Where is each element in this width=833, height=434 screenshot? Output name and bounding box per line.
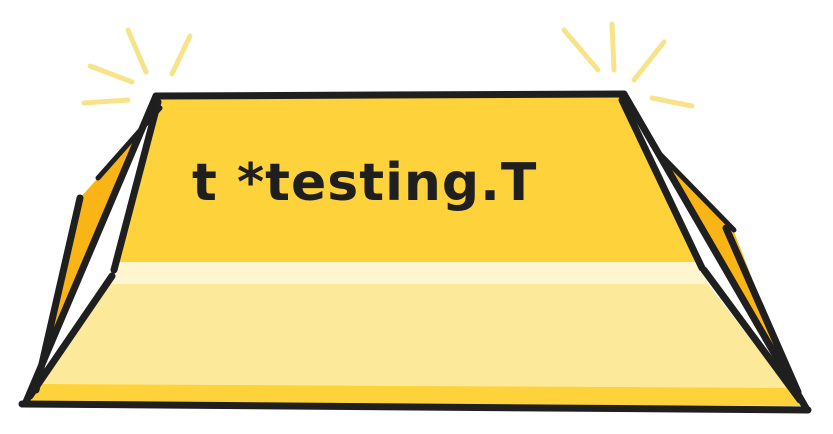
shine-lines-left-icon (81, 27, 193, 106)
gold-bar-illustration: t *testing.T (18, 21, 812, 414)
gold-bar-icon: t *testing.T (18, 90, 812, 414)
gold-bar-label: t *testing.T (192, 153, 537, 213)
